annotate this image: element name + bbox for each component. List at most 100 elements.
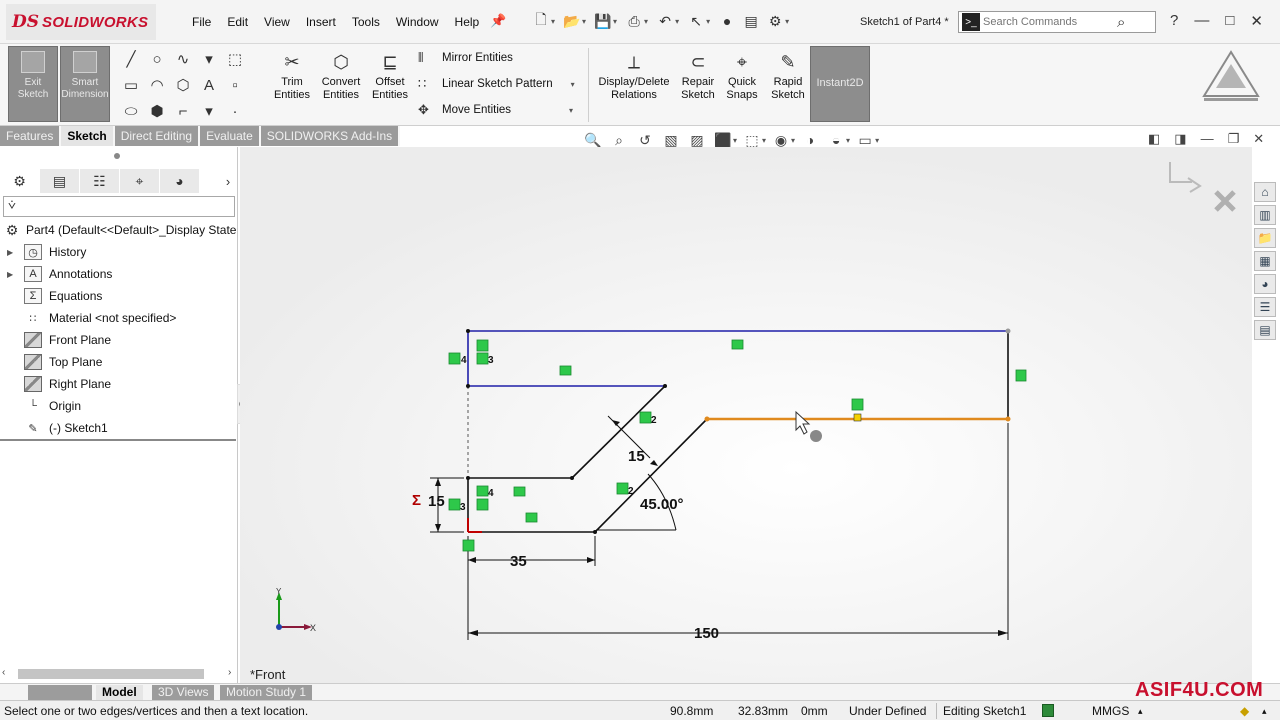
panel-collapse-handle[interactable] [237,384,247,424]
tree-root-part[interactable]: ⚙ Part4 (Default<<Default>_Display State [0,219,238,241]
display-style-icon[interactable]: ⬚ [741,131,763,149]
tab-sketch[interactable]: Sketch [61,126,115,146]
chamfer-dropdown-icon[interactable]: ▾ [198,100,220,122]
expand-arrow-icon[interactable]: ▶ [7,270,13,279]
solidworks-logo[interactable]: DS SOLIDWORKS [6,4,156,40]
tab-add-ins[interactable]: SOLIDWORKS Add-Ins [260,126,401,146]
viewport-split-left-icon[interactable]: ◧ [1148,131,1160,147]
tree-item-annotations[interactable]: ▶ A Annotations [0,263,238,285]
toolbox-icon[interactable]: ▤ [1254,320,1276,340]
feature-tree-tab-icon[interactable]: ⚙ [0,169,40,193]
design-library-icon[interactable]: ▥ [1254,205,1276,225]
solidworks-resources-home-icon[interactable]: ⌂ [1254,182,1276,202]
file-explorer-icon[interactable]: 📁 [1254,228,1276,248]
viewport-close-icon[interactable]: ✕ [1253,131,1264,147]
viewport-split-right-icon[interactable]: ◨ [1174,131,1186,147]
dimension-offset-15[interactable]: 15 [628,448,645,465]
pin-menu-icon[interactable]: 📌 [490,13,506,29]
mirror-entities-button[interactable]: ⫴ Mirror Entities [418,50,513,66]
ellipsis-dropdown-icon[interactable]: ▾ [198,48,220,70]
move-dropdown-icon[interactable]: ▾ [569,106,573,115]
offset-entities-button[interactable]: ⊑ Offset Entities [368,50,412,102]
view-palette-icon[interactable]: ▦ [1254,251,1276,271]
text-icon[interactable]: A [198,74,220,96]
linear-sketch-pattern-button[interactable]: ∷ Linear Sketch Pattern ▾ [418,76,575,92]
display-delete-relations-button[interactable]: ⟂ Display/Delete Relations [596,50,672,102]
scroll-right-icon[interactable]: › [228,667,231,678]
custom-properties-icon[interactable]: ☰ [1254,297,1276,317]
tab-3d-views[interactable]: 3D Views [152,685,215,700]
feature-tree-filter[interactable]: ⩒ [3,196,235,217]
apply-scene-icon[interactable]: ◒ [825,131,847,149]
menu-window[interactable]: Window [388,15,447,29]
repair-sketch-button[interactable]: ⊂ Repair Sketch [678,50,718,102]
new-document-icon[interactable]: 🗋 [532,11,550,30]
point-icon[interactable]: ▫ [224,74,246,96]
plane-point-icon[interactable]: · [224,100,246,122]
scroll-left-icon[interactable]: ‹ [2,667,5,678]
tree-item-sketch1[interactable]: ✎ (-) Sketch1 [0,417,238,439]
expand-arrow-icon[interactable]: ▶ [7,248,13,257]
save-icon[interactable]: 💾 [594,12,612,30]
tree-item-origin[interactable]: └ Origin [0,395,238,417]
status-unit-system[interactable]: MMGS [1092,704,1129,718]
parallel-relation-icon[interactable] [616,482,629,495]
search-icon[interactable]: ⌕ [1117,14,1125,31]
dimension-angle-45[interactable]: 45.00° [640,496,684,513]
display-manager-tab-icon[interactable]: ◕ [160,169,200,193]
tree-item-equations[interactable]: Σ Equations [0,285,238,307]
tree-item-top-plane[interactable]: Top Plane [0,351,238,373]
tab-features[interactable]: Features [0,126,62,146]
menu-insert[interactable]: Insert [298,15,344,29]
trim-entities-button[interactable]: ✂ Trim Entities [271,50,313,102]
quick-snaps-button[interactable]: ⌖ Quick Snaps [724,50,760,102]
menu-tools[interactable]: Tools [344,15,388,29]
collinear-relation-icon[interactable] [476,352,489,365]
rectangle-icon[interactable]: ▭ [120,74,142,96]
minimize-icon[interactable]: — [1194,12,1209,30]
edit-appearance-icon[interactable]: ◑ [799,131,821,149]
horizontal-relation-icon[interactable] [851,398,864,411]
fillet-icon[interactable]: ⌐ [172,100,194,122]
view-settings-icon[interactable]: ▭ [854,131,876,149]
horizontal-relation-icon[interactable] [559,365,572,376]
tab-motion-study[interactable]: Motion Study 1 [220,685,313,700]
menu-edit[interactable]: Edit [219,15,256,29]
file-properties-icon[interactable]: ▤ [742,12,760,30]
sketch-line-diag-lower[interactable] [594,418,708,533]
undo-icon[interactable]: ↶ [656,12,674,30]
vertical-relation-icon[interactable] [476,498,489,511]
polygon-hex-icon[interactable]: ⬢ [146,100,168,122]
dynamic-annotation-icon[interactable]: ▨ [686,131,708,149]
search-commands-input[interactable] [983,16,1113,28]
tab-navigation-arrows[interactable] [28,685,92,700]
horizontal-relation-icon[interactable] [525,512,538,523]
tree-item-material[interactable]: ∷ Material <not specified> [0,307,238,329]
maximize-icon[interactable]: □ [1225,12,1234,30]
construction-box-icon[interactable]: ⬚ [224,48,246,70]
tag-icon[interactable]: ◆ [1240,704,1249,718]
tab-direct-editing[interactable]: Direct Editing [114,126,201,146]
zoom-to-fit-icon[interactable]: 🔍 [582,131,604,149]
horizontal-relation-icon[interactable] [513,486,526,497]
panel-grip[interactable] [114,153,120,159]
coincident-relation-icon[interactable] [462,539,475,552]
rebuild-status-icon[interactable] [1042,704,1054,717]
dimension-height-15[interactable]: 15 [428,493,445,510]
sketch-endpoint[interactable] [1005,416,1011,422]
slot-icon[interactable]: ⬭ [120,100,142,122]
tab-evaluate[interactable]: Evaluate [200,126,261,146]
parallel-relation-icon[interactable] [639,411,652,424]
move-entities-button[interactable]: ✥ Move Entities ▾ [418,102,573,118]
horizontal-relation-icon[interactable] [448,352,461,365]
options-gear-icon[interactable]: ⚙ [766,12,784,30]
circle-icon[interactable]: ○ [146,48,168,70]
dimension-overall-150[interactable]: 150 [694,625,719,642]
collinear-relation-icon[interactable] [448,498,461,511]
convert-entities-button[interactable]: ⬡ Convert Entities [318,50,364,102]
previous-view-icon[interactable]: ↺ [634,131,656,149]
close-sketch-cancel-icon[interactable] [1214,190,1236,212]
print-icon[interactable]: ⎙ [625,12,643,30]
close-icon[interactable]: ✕ [1250,12,1263,30]
menu-view[interactable]: View [256,15,298,29]
